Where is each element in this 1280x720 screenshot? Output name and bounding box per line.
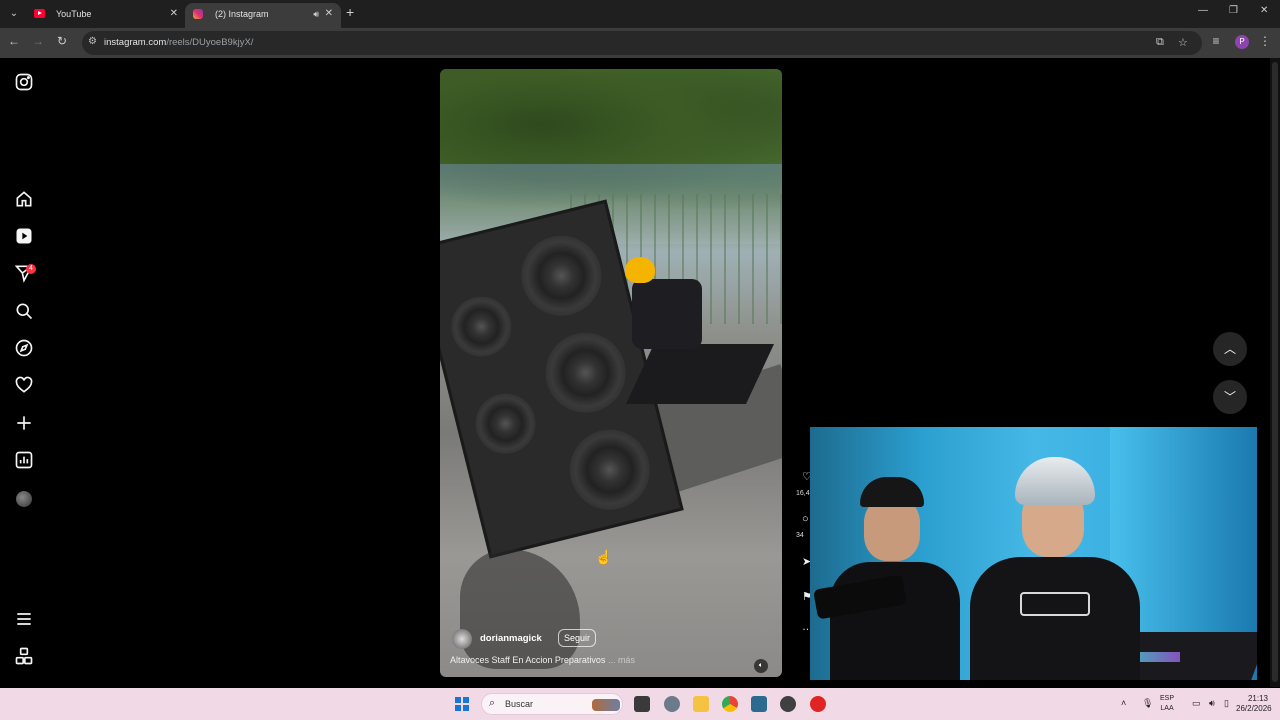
network-icon[interactable]: ▭ (1192, 698, 1201, 709)
tab-search-icon[interactable]: ⌄ (6, 6, 22, 22)
reel-caption: Altavoces Staff En Accion Preparativos .… (450, 655, 635, 665)
follow-button[interactable]: Seguir (558, 629, 597, 647)
address-bar[interactable]: ⚙ instagram.com/reels/DUyoeB9kjyX/ ⧉ ☆ (82, 31, 1202, 55)
microphone-icon[interactable]: 🎙︎ (1142, 698, 1153, 709)
battery-icon[interactable]: ▯ (1224, 698, 1229, 709)
bookmark-star-icon[interactable]: ☆ (1178, 36, 1188, 49)
app-window-icon[interactable] (751, 696, 767, 712)
instagram-page: 4 ☝ dorianmagick Seguir Altavoces Staff … (0, 58, 1280, 687)
dashboard-icon[interactable] (14, 450, 34, 470)
person-left (830, 467, 960, 680)
instagram-icon (193, 9, 203, 19)
worker-helmet (625, 257, 655, 283)
chrome-menu-icon[interactable]: ⋮ (1257, 34, 1273, 48)
tab-title: (2) Instagram (215, 9, 269, 19)
comment-icon[interactable]: ○ (802, 513, 809, 525)
profile-avatar-button[interactable]: P (1235, 35, 1249, 49)
author-username[interactable]: dorianmagick (480, 633, 542, 644)
taskbar-search[interactable]: ⌕ Buscar (481, 693, 623, 715)
next-reel-button[interactable]: ﹀ (1213, 380, 1247, 414)
back-icon[interactable]: ← (6, 34, 22, 48)
like-count: 16,4 (796, 490, 810, 497)
volume-icon[interactable]: 🔈︎ (754, 659, 768, 673)
media-player-icon[interactable] (810, 696, 826, 712)
windows-taskbar: ⌕ Buscar ˄ 🎙︎ ESP LAA ▭ 🔊︎ ▯ 21:13 26/2/20… (0, 688, 1280, 720)
browser-toolbar: ← → ↻ ⚙ instagram.com/reels/DUyoeB9kjyX/… (0, 28, 1280, 58)
site-info-icon[interactable]: ⚙ (88, 36, 97, 47)
search-highlight-image (592, 699, 620, 711)
obs-icon[interactable] (780, 696, 796, 712)
create-plus-icon[interactable] (14, 413, 34, 433)
media-control-icon[interactable]: ≡ (1208, 34, 1224, 48)
author-avatar[interactable] (452, 629, 472, 649)
install-app-icon[interactable]: ⧉ (1156, 36, 1164, 49)
tab-youtube[interactable]: YouTube ✕ (26, 3, 186, 28)
instagram-logo-icon[interactable] (14, 72, 34, 92)
profile-avatar[interactable] (16, 491, 32, 507)
windows-start-icon[interactable] (455, 697, 469, 711)
worker-body (632, 279, 702, 349)
tab-strip: ⌄ YouTube ✕ (2) Instagram 🔊︎ ✕ + — ❐ ✕ (0, 0, 1280, 28)
notifications-heart-icon[interactable] (14, 375, 34, 395)
close-icon[interactable]: ✕ (170, 3, 178, 25)
more-menu-icon[interactable] (14, 609, 34, 629)
caption-more-link[interactable]: ... más (608, 655, 635, 665)
reload-icon[interactable]: ↻ (54, 34, 70, 48)
youtube-icon (34, 9, 45, 18)
window-close-icon[interactable]: ✕ (1260, 5, 1268, 16)
search-icon[interactable] (14, 301, 34, 321)
tab-title: YouTube (56, 9, 92, 19)
settings-icon[interactable] (664, 696, 680, 712)
speaker-icon[interactable]: 🔊︎ (313, 3, 319, 25)
explore-icon[interactable] (14, 338, 34, 358)
chrome-icon[interactable] (722, 696, 738, 712)
url-text: instagram.com/reels/DUyoeB9kjyX/ (104, 37, 254, 48)
tab-instagram[interactable]: (2) Instagram 🔊︎ ✕ (185, 3, 341, 28)
volume-icon[interactable]: 🔊︎ (1209, 698, 1215, 709)
file-explorer-icon[interactable] (693, 696, 709, 712)
messages-badge: 4 (26, 264, 36, 274)
tray-overflow-icon[interactable]: ˄ (1121, 698, 1126, 708)
comment-count: 34 (796, 532, 804, 539)
reel-video[interactable]: ☝ dorianmagick Seguir Altavoces Staff En… (440, 69, 782, 677)
restore-icon[interactable]: ❐ (1229, 5, 1238, 16)
webcam-overlay (810, 427, 1257, 680)
hand-cursor-icon: ☝ (595, 549, 613, 565)
search-icon: ⌕ (489, 697, 496, 709)
search-label: Buscar (505, 699, 534, 709)
page-scrollbar[interactable] (1270, 58, 1280, 687)
task-view-icon[interactable] (634, 696, 650, 712)
person-right (970, 457, 1140, 680)
language-indicator[interactable]: ESP LAA (1160, 694, 1174, 714)
clock[interactable]: 21:13 26/2/2026 (1236, 694, 1272, 714)
previous-reel-button[interactable]: ︿ (1213, 332, 1247, 366)
close-icon[interactable]: ✕ (325, 3, 333, 25)
shadow (460, 549, 580, 669)
minimize-icon[interactable]: — (1198, 5, 1208, 16)
new-tab-button[interactable]: + (346, 4, 354, 20)
reels-icon[interactable] (14, 226, 34, 246)
forward-icon[interactable]: → (30, 34, 46, 48)
home-icon[interactable] (14, 189, 34, 209)
meta-apps-icon[interactable] (14, 646, 34, 666)
